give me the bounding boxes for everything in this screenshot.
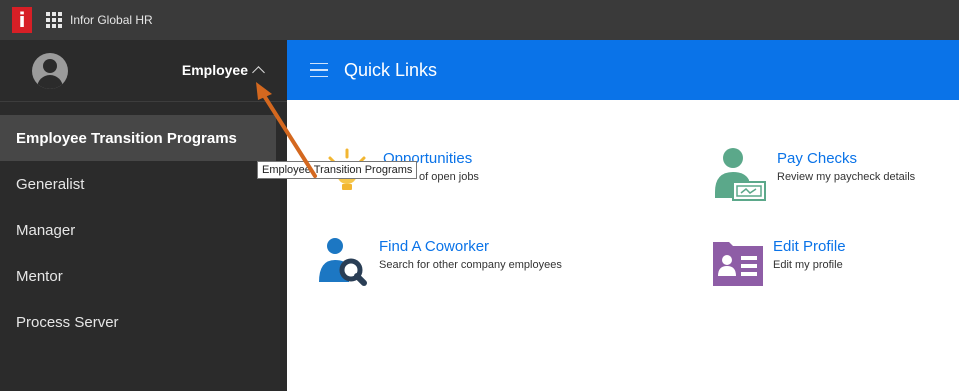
page-title: Quick Links — [344, 59, 438, 80]
role-item-employee-transition-programs[interactable]: Employee Transition Programs — [0, 115, 276, 161]
top-bar: i Infor Global HR — [0, 0, 959, 40]
tile-find-a-coworker[interactable]: Find A Coworker Search for other company… — [317, 236, 562, 286]
hamburger-icon[interactable] — [310, 62, 328, 78]
role-item-process-server[interactable]: Process Server — [0, 299, 287, 345]
profile-card-icon — [713, 236, 763, 286]
role-sidebar: Employee Employee Transition Programs Ge… — [0, 40, 287, 391]
tile-edit-profile[interactable]: Edit Profile Edit my profile — [713, 236, 846, 286]
quick-links-content: Opportunities of open jobs Pay Checks Re… — [287, 100, 959, 391]
tile-subtitle: Edit my profile — [773, 259, 843, 271]
infor-logo[interactable]: i — [12, 7, 32, 33]
page-header: Quick Links — [287, 40, 959, 100]
current-role-label: Employee — [181, 62, 248, 78]
tile-title[interactable]: Edit Profile — [773, 238, 846, 255]
tile-title[interactable]: Find A Coworker — [379, 238, 562, 255]
app-grid-icon[interactable] — [46, 12, 62, 28]
tooltip: Employee Transition Programs — [257, 161, 418, 179]
app-title: Infor Global HR — [70, 13, 153, 27]
chevron-up-icon — [252, 65, 265, 79]
tile-title[interactable]: Pay Checks — [777, 150, 915, 167]
tile-subtitle: of open jobs — [419, 171, 479, 183]
paycheck-icon — [711, 148, 766, 201]
role-item-manager[interactable]: Manager — [0, 207, 287, 253]
role-list: Employee Transition Programs Generalist … — [0, 115, 287, 345]
role-item-mentor[interactable]: Mentor — [0, 253, 287, 299]
tile-subtitle: Review my paycheck details — [777, 171, 916, 183]
coworker-search-icon — [317, 236, 367, 286]
avatar-icon[interactable] — [32, 52, 68, 89]
role-item-generalist[interactable]: Generalist — [0, 161, 287, 207]
tile-pay-checks[interactable]: Pay Checks Review my paycheck details — [711, 148, 916, 201]
role-switcher[interactable]: Employee — [181, 62, 265, 79]
sidebar-header: Employee — [0, 40, 287, 102]
tile-subtitle: Search for other company employees — [379, 259, 562, 271]
